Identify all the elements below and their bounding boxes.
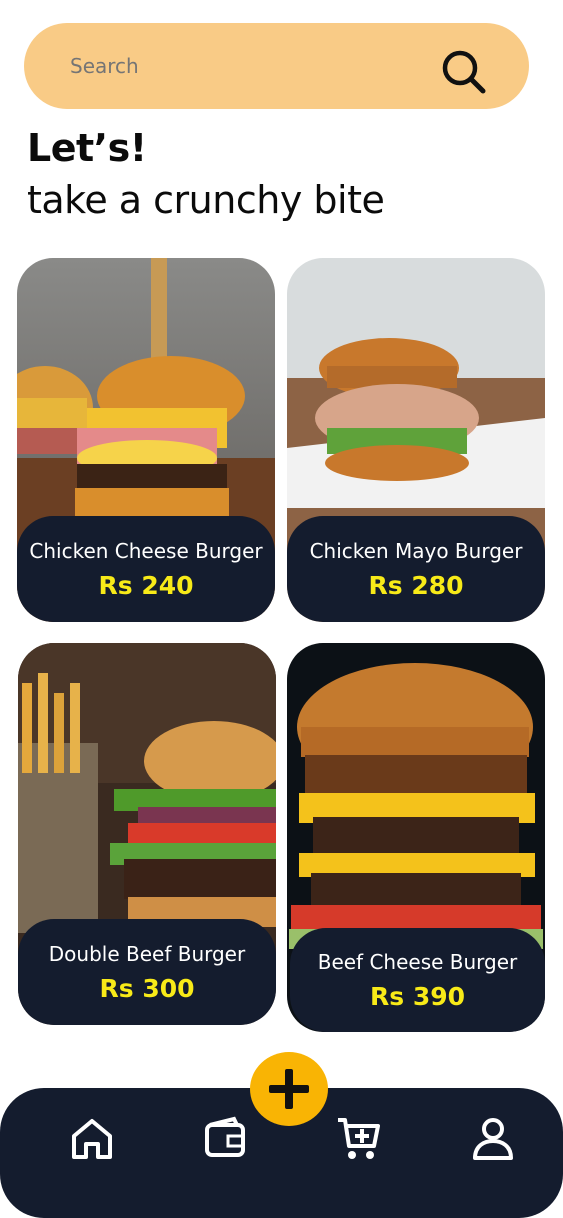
nav-cart[interactable] bbox=[336, 1116, 382, 1162]
product-info-panel: Double Beef Burger Rs 300 bbox=[18, 919, 276, 1025]
greeting-subtitle: take a crunchy bite bbox=[27, 178, 385, 222]
search-input[interactable] bbox=[70, 45, 400, 87]
home-icon bbox=[72, 1119, 112, 1159]
nav-wallet[interactable] bbox=[202, 1116, 248, 1162]
greeting-title: Let’s! bbox=[27, 126, 147, 170]
product-card[interactable]: Beef Cheese Burger Rs 390 bbox=[287, 643, 545, 1032]
product-card[interactable]: Chicken Cheese Burger Rs 240 bbox=[17, 258, 275, 622]
search-bar[interactable] bbox=[24, 23, 529, 109]
product-name: Double Beef Burger bbox=[48, 941, 246, 966]
product-name: Chicken Cheese Burger bbox=[29, 538, 263, 563]
product-name: Beef Cheese Burger bbox=[317, 949, 518, 974]
search-icon[interactable] bbox=[442, 50, 514, 122]
cart-add-icon bbox=[338, 1118, 380, 1159]
product-name: Chicken Mayo Burger bbox=[309, 538, 523, 563]
nav-home[interactable] bbox=[69, 1116, 115, 1162]
add-button[interactable] bbox=[250, 1052, 328, 1126]
product-price: Rs 390 bbox=[369, 981, 466, 1011]
product-price: Rs 240 bbox=[98, 570, 194, 600]
product-info-panel: Chicken Mayo Burger Rs 280 bbox=[287, 516, 545, 622]
product-card[interactable]: Chicken Mayo Burger Rs 280 bbox=[287, 258, 545, 622]
product-price: Rs 300 bbox=[99, 973, 195, 1003]
product-price: Rs 280 bbox=[368, 570, 464, 600]
plus-icon bbox=[269, 1069, 309, 1109]
product-card[interactable]: Double Beef Burger Rs 300 bbox=[18, 643, 276, 1025]
product-info-panel: Chicken Cheese Burger Rs 240 bbox=[17, 516, 275, 622]
profile-icon bbox=[473, 1118, 513, 1160]
nav-profile[interactable] bbox=[470, 1116, 516, 1162]
wallet-icon bbox=[205, 1116, 245, 1157]
product-info-panel: Beef Cheese Burger Rs 390 bbox=[290, 928, 545, 1032]
